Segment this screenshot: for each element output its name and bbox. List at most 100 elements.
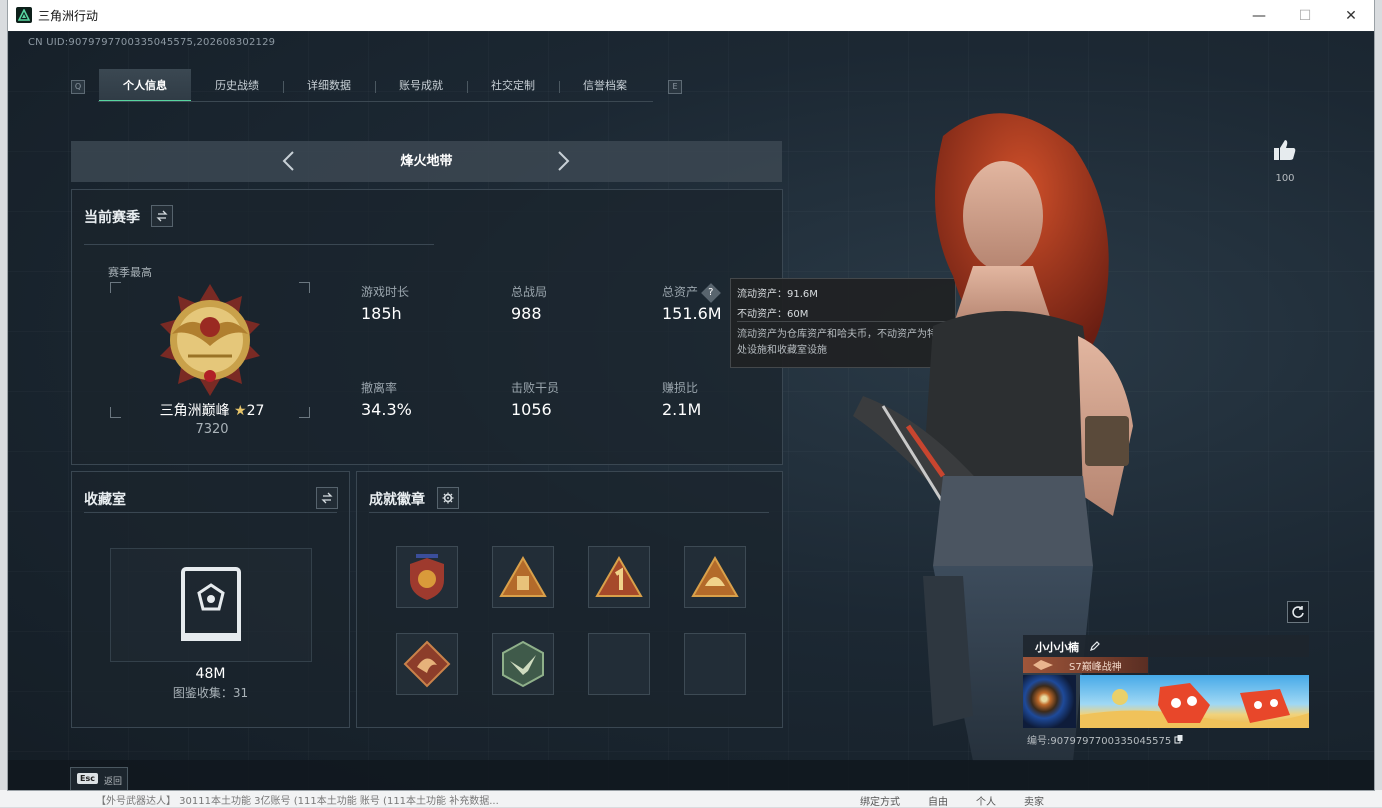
uid-label: CN UID:9079797700335045575,202608302129 [28, 37, 276, 48]
tooltip-liquid: 流动资产：91.6M [737, 289, 818, 300]
badge-slot[interactable] [492, 546, 554, 608]
maximize-button[interactable]: ☐ [1282, 0, 1328, 31]
back-label: 返回 [104, 777, 123, 787]
achievement-title: 成就徽章 [369, 492, 425, 508]
thumbs-up-icon [1274, 140, 1296, 160]
swap-icon [156, 210, 168, 222]
background-options: 绑定方式 自由 个人 卖家 [860, 793, 1044, 808]
title-bar[interactable]: 三角洲行动 — ☐ ✕ [8, 0, 1374, 32]
season-divider [84, 244, 434, 245]
help-icon[interactable]: ? [701, 282, 721, 303]
number-one-badge-icon [595, 556, 643, 597]
rank-star-icon: ★ [234, 403, 247, 419]
minimize-icon: — [1252, 7, 1266, 24]
player-name: 小小小楠 [1035, 641, 1079, 654]
bg-opt: 卖家 [1024, 797, 1044, 808]
player-card: 小小小楠 S7巅峰战神 编号:9079797700335045575 [1023, 635, 1309, 755]
close-button[interactable]: ✕ [1328, 0, 1374, 31]
game-view: CN UID:9079797700335045575,202608302129 … [8, 31, 1374, 790]
esc-key-label: Esc [77, 773, 98, 784]
window-title: 三角洲行动 [38, 9, 99, 23]
player-banner [1080, 675, 1309, 728]
background-app-strip: 【外号武器达人】 30111本土功能 3亿账号 (111本土功能 账号 (111… [0, 790, 1382, 807]
stat-profit-ratio: 赚损比 2.1M [662, 381, 702, 419]
player-id: 编号:9079797700335045575 [1027, 732, 1184, 747]
tab-achievements[interactable]: 账号成就 [375, 69, 467, 102]
collection-switch-button[interactable] [316, 487, 338, 509]
season-title: 当前赛季 [84, 210, 140, 226]
edit-icon[interactable] [1089, 640, 1101, 652]
refresh-button[interactable] [1287, 601, 1309, 623]
badge-slot[interactable] [396, 633, 458, 695]
display-case-icon [181, 567, 241, 641]
close-icon: ✕ [1345, 7, 1357, 24]
collection-title: 收藏室 [84, 492, 126, 508]
refresh-icon [1292, 606, 1304, 618]
collection-divider [84, 512, 337, 513]
rank-title: 三角洲巅峰 [159, 403, 230, 419]
stat-total-assets: 总资产? 151.6M [662, 282, 722, 323]
copy-icon[interactable] [1174, 734, 1184, 744]
helmet-badge-icon [691, 556, 739, 597]
tab-history[interactable]: 历史战绩 [191, 69, 283, 102]
achievement-divider [369, 512, 769, 513]
like-button[interactable]: 100 [1270, 139, 1300, 184]
banner-art-icon [1080, 683, 1309, 728]
chevron-right-icon [558, 151, 570, 171]
collection-panel[interactable]: 收藏室 48M 图鉴收集：31 [71, 471, 350, 728]
player-name-bar: 小小小楠 [1023, 635, 1309, 657]
badge-slot[interactable] [588, 546, 650, 608]
tab-next-key[interactable]: E [668, 80, 682, 94]
mode-next-button[interactable] [551, 150, 573, 172]
app-logo-icon [16, 7, 32, 23]
minimize-button[interactable]: — [1236, 0, 1282, 31]
title-emblem-icon [1033, 660, 1053, 670]
rank-emblem-icon [160, 284, 260, 396]
collection-value: 48M [195, 666, 226, 682]
bg-opt: 绑定方式 [860, 797, 900, 808]
badge-slot[interactable] [396, 546, 458, 608]
shield-badge-icon [410, 554, 444, 600]
rank-frame [110, 282, 310, 418]
maximize-icon: ☐ [1298, 7, 1312, 24]
season-best-label: 赛季最高 [108, 266, 152, 279]
rank-name: 三角洲巅峰 ★27 [112, 400, 312, 420]
app-window: 三角洲行动 — ☐ ✕ CN UID:9079797700335045575,2… [8, 0, 1374, 790]
stat-total-matches: 总战局 988 [511, 285, 548, 323]
mode-label: 烽火地带 [400, 154, 453, 169]
stat-playtime: 游戏时长 185h [361, 285, 410, 323]
collection-count: 图鉴收集：31 [172, 686, 249, 700]
bottom-bar [8, 760, 1374, 790]
badge-slot[interactable] [684, 546, 746, 608]
stat-extract-rate: 撤离率 34.3% [361, 381, 412, 419]
badge-slot-empty[interactable] [684, 633, 746, 695]
eagle-badge-icon [502, 640, 544, 688]
avatar[interactable] [1023, 675, 1076, 728]
badge-slot[interactable] [492, 633, 554, 695]
like-count: 100 [1275, 173, 1295, 184]
achievement-settings-button[interactable] [437, 487, 459, 509]
mode-selector: 烽火地带 [71, 141, 782, 182]
player-title-badge: S7巅峰战神 [1023, 657, 1148, 673]
triangle-badge-icon [499, 556, 547, 597]
bg-opt: 自由 [928, 797, 948, 808]
dragon-badge-icon [403, 640, 451, 688]
swap-icon [321, 492, 333, 504]
back-button[interactable]: Esc 返回 [70, 767, 128, 790]
season-switch-button[interactable] [151, 205, 173, 227]
season-panel: 当前赛季 赛季最高 三角洲巅峰 ★27 7320 游戏时长 185h 总战局 9… [71, 189, 783, 465]
background-snippet: 【外号武器达人】 30111本土功能 3亿账号 (111本土功能 账号 (111… [96, 796, 499, 807]
achievement-panel: 成就徽章 [356, 471, 783, 728]
rank-score: 7320 [195, 422, 229, 437]
gear-icon [442, 492, 454, 504]
tab-details[interactable]: 详细数据 [283, 69, 375, 102]
tab-social[interactable]: 社交定制 [467, 69, 559, 102]
badge-slot-empty[interactable] [588, 633, 650, 695]
stat-kills: 击败干员 1056 [511, 381, 560, 419]
tooltip-fixed: 不动资产：60M [737, 309, 809, 320]
rank-level: 27 [246, 403, 265, 419]
tab-profile[interactable]: 个人信息 [99, 69, 191, 102]
tab-prev-key[interactable]: Q [71, 80, 85, 94]
player-title: S7巅峰战神 [1069, 662, 1122, 673]
tab-reputation[interactable]: 信誉档案 [559, 69, 651, 102]
